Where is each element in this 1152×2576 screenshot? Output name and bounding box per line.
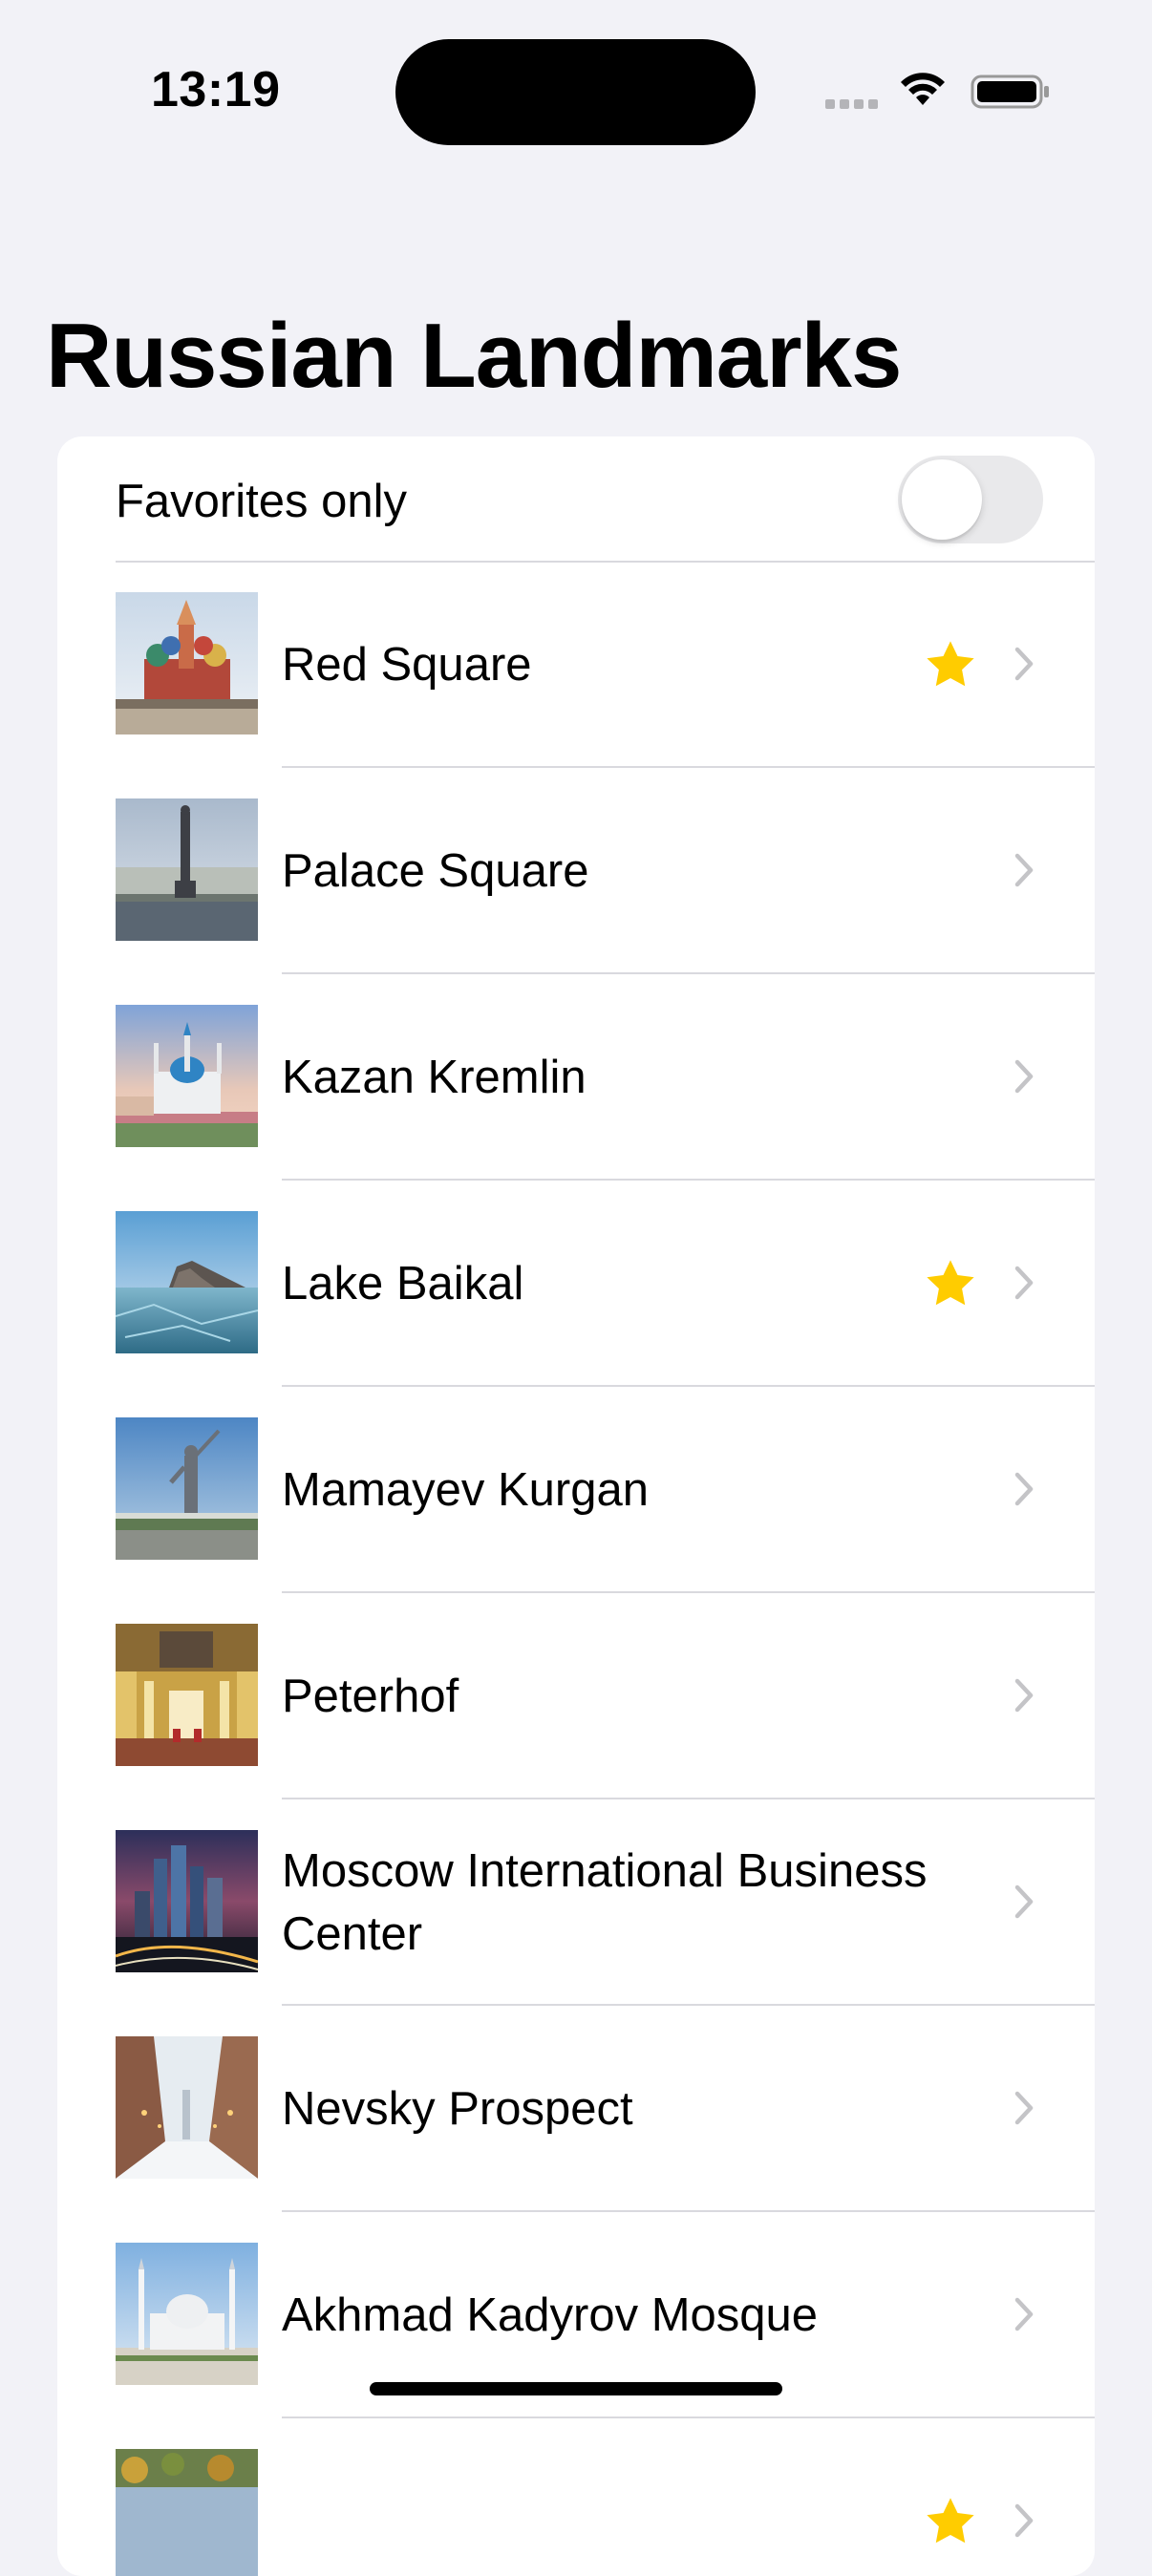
landmark-name — [282, 2418, 1008, 2576]
landmark-name: Mamayev Kurgan — [282, 1464, 650, 1516]
landmark-name: Lake Baikal — [282, 1258, 524, 1309]
chevron-right-icon — [1014, 1884, 1034, 1919]
landmark-row-kazan-kremlin[interactable]: Kazan Kremlin — [57, 974, 1095, 1181]
page-title: Russian Landmarks — [46, 305, 902, 407]
chevron-right-icon — [1014, 1059, 1034, 1094]
landmark-row-lake-baikal[interactable]: Lake Baikal — [57, 1181, 1095, 1387]
landmark-row-red-square[interactable]: Red Square — [57, 562, 1095, 768]
favorites-filter-label: Favorites only — [116, 476, 408, 527]
chevron-right-icon — [1014, 1678, 1034, 1713]
landmark-name: Red Square — [282, 639, 532, 691]
chevron-right-icon — [1014, 647, 1034, 681]
landmark-list: Favorites only Red Square Palace Square … — [57, 436, 1095, 2576]
landmark-thumbnail-kazan-kremlin — [116, 1005, 258, 1147]
landmark-name: Nevsky Prospect — [282, 2083, 633, 2135]
landmark-row-palace-square[interactable]: Palace Square — [57, 768, 1095, 974]
favorite-star-icon — [927, 1260, 974, 1306]
status-bar: 13:19 — [0, 0, 1152, 181]
landmark-thumbnail-peterhof — [116, 1624, 258, 1766]
landmark-name: Kazan Kremlin — [282, 1052, 587, 1103]
landmark-thumbnail-partial — [116, 2449, 258, 2576]
landmark-thumbnail-lake-baikal — [116, 1211, 258, 1353]
landmark-thumbnail-nevsky-prospect — [116, 2036, 258, 2179]
landmark-thumbnail-palace-square — [116, 798, 258, 941]
favorite-star-icon — [927, 2498, 974, 2544]
landmark-name: Moscow International Business Center — [282, 1845, 928, 1960]
chevron-right-icon — [1014, 1266, 1034, 1300]
toggle-knob — [902, 459, 982, 540]
battery-icon — [971, 75, 1049, 109]
landmark-name: Peterhof — [282, 1671, 459, 1722]
favorites-filter-row: Favorites only — [57, 436, 1095, 562]
landmark-thumbnail-moscow-international-business-center — [116, 1830, 258, 1972]
favorites-only-toggle[interactable] — [898, 456, 1043, 543]
home-indicator[interactable] — [370, 2382, 782, 2395]
chevron-right-icon — [1014, 2297, 1034, 2331]
landmark-name: Palace Square — [282, 845, 589, 897]
favorite-star-icon — [927, 641, 974, 687]
landmark-thumbnail-mamayev-kurgan — [116, 1417, 258, 1560]
landmark-thumbnail-akhmad-kadyrov-mosque — [116, 2243, 258, 2385]
chevron-right-icon — [1014, 1472, 1034, 1506]
chevron-right-icon — [1014, 2091, 1034, 2125]
landmark-thumbnail-red-square — [116, 592, 258, 734]
dynamic-island — [395, 39, 756, 145]
chevron-right-icon — [1014, 853, 1034, 887]
cellular-signal-icon — [825, 99, 878, 109]
status-time: 13:19 — [151, 62, 281, 117]
chevron-right-icon — [1014, 2503, 1034, 2538]
landmark-row-nevsky-prospect[interactable]: Nevsky Prospect — [57, 2006, 1095, 2212]
landmark-row-peterhof[interactable]: Peterhof — [57, 1593, 1095, 1799]
landmark-row-mamayev-kurgan[interactable]: Mamayev Kurgan — [57, 1387, 1095, 1593]
landmark-row-moscow-international-business-center[interactable]: Moscow International Business Center — [57, 1799, 1095, 2006]
landmark-row-partial[interactable] — [57, 2418, 1095, 2576]
wifi-icon — [901, 73, 945, 105]
